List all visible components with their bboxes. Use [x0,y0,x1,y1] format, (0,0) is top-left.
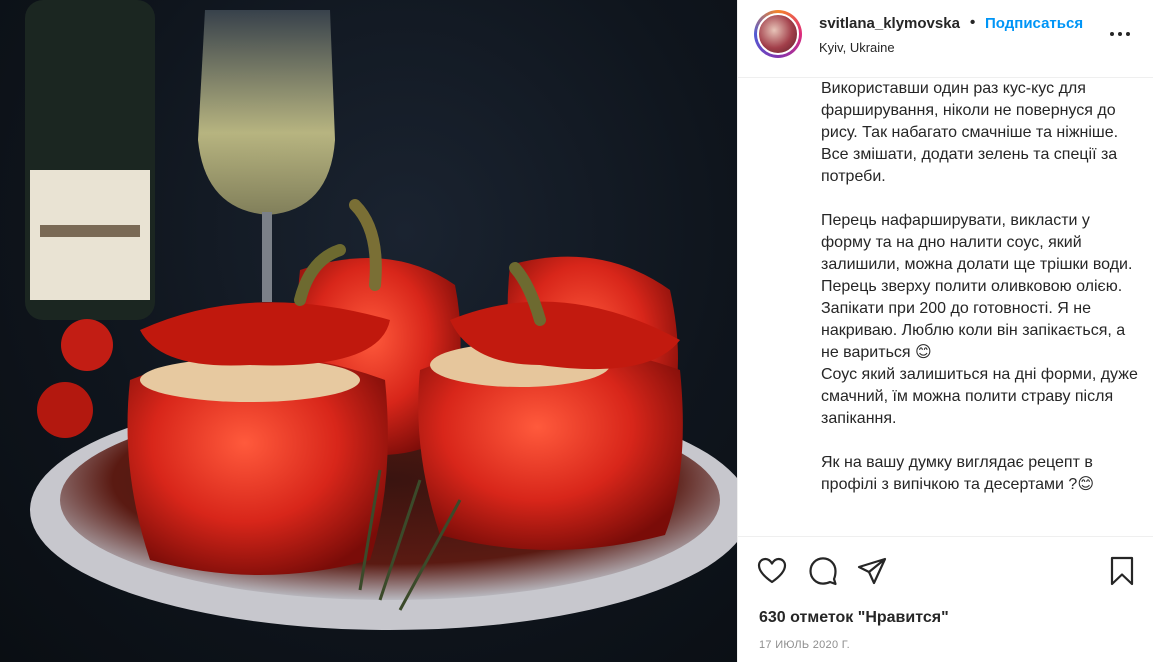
likes-count[interactable]: 630 отметок "Нравится" [759,609,949,627]
avatar[interactable] [754,10,802,58]
post-photo[interactable] [0,0,737,662]
stuffed-peppers-image [25,0,737,630]
post-date[interactable]: 17 ИЮЛЬ 2020 Г. [759,639,850,651]
heart-icon[interactable] [756,555,788,587]
bookmark-icon[interactable] [1106,555,1138,587]
location-link[interactable]: Kyiv, Ukraine [819,40,895,55]
username-link[interactable]: svitlana_klymovska [819,15,969,32]
post-header: svitlana_klymovska • Подписаться Kyiv, U… [738,0,1153,78]
avatar-image [757,13,799,55]
more-options-icon[interactable] [1110,25,1132,41]
post-sidebar: svitlana_klymovska • Подписаться Kyiv, U… [737,0,1153,662]
send-icon[interactable] [856,555,888,587]
follow-button[interactable]: Подписаться [985,15,1083,32]
post-actions: 630 отметок "Нравится" 17 ИЮЛЬ 2020 Г. [738,536,1153,651]
separator-dot: • [970,14,976,31]
caption-area[interactable]: Використавши один раз кус-кус для фаршир… [738,78,1153,536]
comment-icon[interactable] [807,555,839,587]
caption-text: Використавши один раз кус-кус для фаршир… [821,80,1138,493]
